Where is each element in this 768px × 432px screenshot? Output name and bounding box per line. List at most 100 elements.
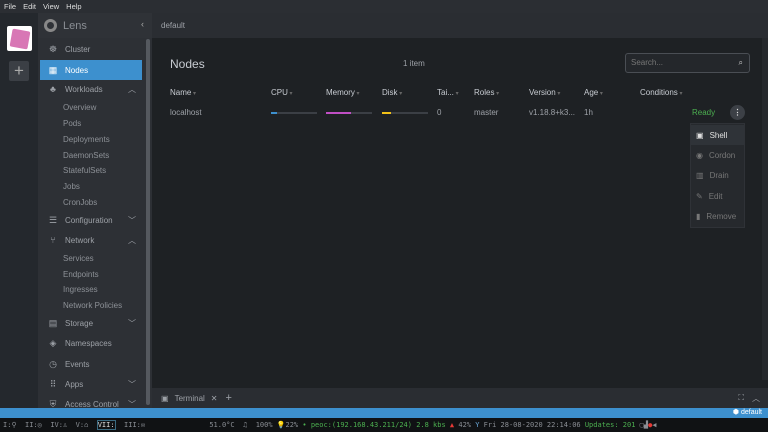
disk-bar: [382, 112, 428, 114]
workspace-7[interactable]: VII:: [96, 420, 116, 430]
status-bar: ⬢ default: [0, 408, 768, 418]
network-icon: ⑂: [50, 235, 56, 245]
menu-file[interactable]: File: [4, 2, 16, 11]
new-terminal-button[interactable]: +: [226, 392, 232, 404]
menu-item-cordon[interactable]: ◉ Cordon: [691, 145, 744, 165]
menu-help[interactable]: Help: [66, 2, 81, 11]
close-icon[interactable]: ✕: [211, 394, 218, 403]
workspace-3[interactable]: III:: [124, 421, 141, 429]
memory-bar: [326, 112, 372, 114]
menu-item-remove[interactable]: ▮ Remove: [691, 206, 744, 226]
label: Workloads: [65, 84, 103, 94]
collapse-sidebar-icon[interactable]: ‹: [141, 19, 144, 29]
menu-edit[interactable]: Edit: [23, 2, 36, 11]
cluster-avatar[interactable]: [7, 26, 32, 51]
time: 22:14:06: [546, 421, 581, 429]
menu-item-edit[interactable]: ✎ Edit: [691, 186, 744, 206]
bulb-icon: 💡: [276, 421, 286, 429]
workspace-4[interactable]: IV:: [50, 421, 63, 429]
sidebar-item-cronjobs[interactable]: CronJobs: [63, 198, 97, 207]
workspace-2[interactable]: II:: [25, 421, 38, 429]
column-name[interactable]: Name: [170, 88, 196, 97]
sidebar-item-network[interactable]: ⑂ Network ︿: [40, 231, 142, 249]
sidebar-item-workloads[interactable]: ♣ Workloads ︿: [40, 80, 142, 98]
chevron-up-icon: ︿: [128, 84, 136, 94]
add-cluster-button[interactable]: +: [9, 61, 29, 81]
node-name: localhost: [170, 108, 202, 117]
sidebar-item-ingresses[interactable]: Ingresses: [63, 285, 98, 294]
list-icon: ☰: [48, 214, 58, 225]
trash-icon: ▮: [696, 211, 701, 221]
menubar: File Edit View Help: [0, 0, 768, 13]
menu-item-drain[interactable]: ▥ Drain: [691, 165, 744, 185]
fullscreen-icon[interactable]: ⛶: [738, 393, 744, 403]
label: Events: [65, 359, 90, 369]
bell-icon: ♫: [243, 421, 248, 429]
temperature: 51.0°C: [209, 421, 235, 429]
app-title: Lens: [63, 19, 87, 32]
sidebar-scrollbar[interactable]: [146, 39, 150, 405]
sidebar-item-events[interactable]: ◷ Events: [40, 355, 142, 373]
updates[interactable]: Updates: 201: [585, 421, 636, 429]
sidebar-item-configuration[interactable]: ☰ Configuration ﹀: [40, 211, 142, 229]
apps-icon: ⠿: [49, 378, 57, 389]
sidebar-item-namespaces[interactable]: ◈ Namespaces: [40, 334, 142, 352]
cpu-icon: ▲: [449, 421, 455, 429]
search-input[interactable]: Search... ⌕: [625, 53, 750, 73]
sidebar-item-overview[interactable]: Overview: [63, 103, 96, 112]
column-age[interactable]: Age: [584, 88, 603, 97]
helm-icon: ☸: [48, 43, 58, 54]
sidebar-header: Lens ‹: [38, 13, 152, 38]
column-disk[interactable]: Disk: [382, 88, 402, 97]
column-conditions[interactable]: Conditions: [640, 88, 683, 97]
sidebar-item-nodes[interactable]: ▦ Nodes: [40, 60, 142, 80]
network-speed: 2.8 kbs: [416, 421, 446, 429]
sidebar-item-network-policies[interactable]: Network Policies: [63, 301, 122, 310]
terminal-tab[interactable]: Terminal: [175, 394, 205, 403]
sidebar-item-daemonsets[interactable]: DaemonSets: [63, 151, 109, 160]
node-context-menu: ▣ Shell ◉ Cordon ▥ Drain ✎ Edit ▮ Remove: [690, 123, 745, 228]
label: Shell: [709, 130, 728, 140]
menu-item-shell[interactable]: ▣ Shell: [691, 125, 744, 145]
sidebar-item-deployments[interactable]: Deployments: [63, 135, 110, 144]
label: Storage: [65, 318, 94, 328]
column-taints[interactable]: Tai...: [437, 88, 459, 97]
sidebar-item-endpoints[interactable]: Endpoints: [63, 270, 99, 279]
column-memory[interactable]: Memory: [326, 88, 360, 97]
more-actions-button[interactable]: ⋮: [730, 105, 745, 120]
label: Drain: [709, 170, 729, 180]
sidebar-item-statefulsets[interactable]: StatefulSets: [63, 166, 106, 175]
label: Namespaces: [65, 338, 112, 348]
sidebar-item-pods[interactable]: Pods: [63, 119, 81, 128]
workspace-5[interactable]: V:: [76, 421, 84, 429]
sidebar: Lens ‹ ☸ Cluster ▦ Nodes ♣ Workloads ︿ Overv…: [38, 13, 152, 409]
sidebar-item-services[interactable]: Services: [63, 254, 94, 263]
column-cpu[interactable]: CPU: [271, 88, 293, 97]
context-icon: ⬢: [732, 409, 741, 416]
sidebar-item-storage[interactable]: ▤ Storage ﹀: [40, 314, 142, 332]
column-roles[interactable]: Roles: [474, 88, 499, 97]
label: Nodes: [65, 65, 89, 75]
node-age: 1h: [584, 108, 593, 117]
sidebar-item-apps[interactable]: ⠿ Apps ﹀: [40, 375, 142, 393]
sidebar-item-jobs[interactable]: Jobs: [63, 182, 80, 191]
nodes-icon: ▦: [48, 64, 58, 75]
volume: 100%: [255, 421, 273, 429]
menu-view[interactable]: View: [43, 2, 59, 11]
wifi-icon: Y: [475, 421, 480, 429]
chevron-down-icon: ﹀: [128, 318, 136, 328]
chevron-down-icon: ﹀: [128, 379, 136, 389]
storage-icon: ▤: [48, 317, 58, 328]
nodes-panel: Nodes 1 item Search...⌕ Name CPU Memory …: [152, 38, 762, 380]
main-scrollbar[interactable]: [762, 38, 768, 380]
context-bar: default: [152, 13, 768, 38]
workspace-1[interactable]: I:: [3, 421, 11, 429]
search-placeholder: Search...: [631, 58, 664, 67]
chevron-up-icon[interactable]: ︿: [752, 393, 760, 404]
column-version[interactable]: Version: [529, 88, 560, 97]
search-icon: ⌕: [738, 58, 743, 67]
status-context: default: [740, 409, 762, 416]
layers-icon: ◈: [49, 337, 57, 348]
pause-circle-icon: ◉: [696, 150, 703, 160]
sidebar-item-cluster[interactable]: ☸ Cluster: [40, 40, 142, 58]
